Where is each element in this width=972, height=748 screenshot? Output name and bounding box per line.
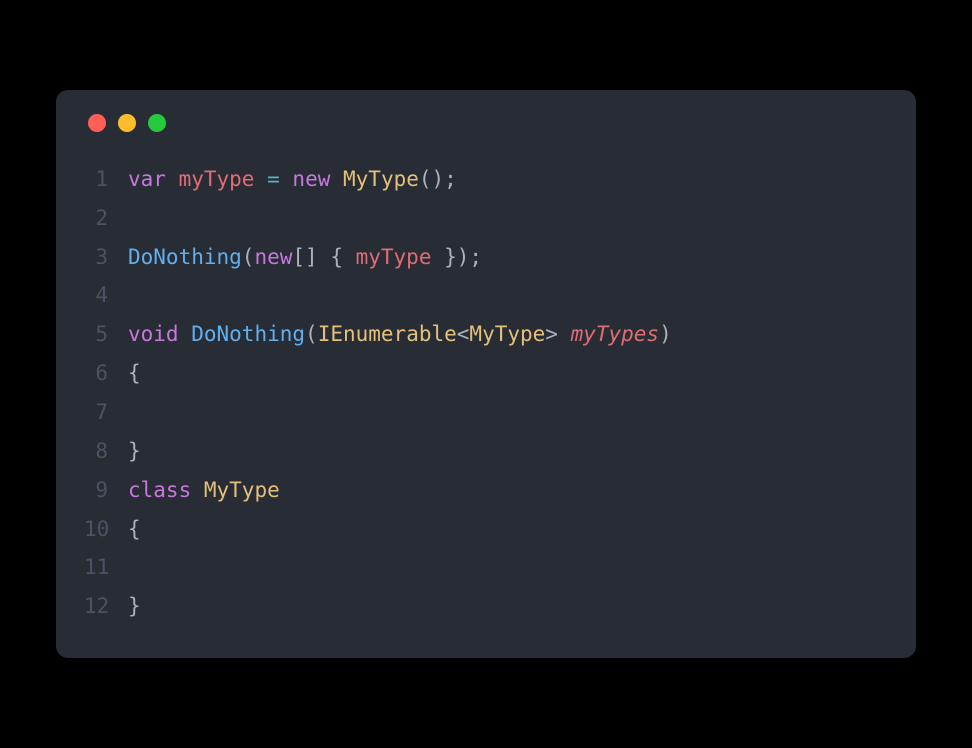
token: DoNothing — [191, 322, 305, 346]
token — [179, 322, 192, 346]
token — [330, 167, 343, 191]
token: (); — [419, 167, 457, 191]
token: = — [267, 167, 280, 191]
line-number: 3 — [84, 238, 128, 277]
code-content[interactable]: { — [128, 510, 141, 549]
token: var — [128, 167, 166, 191]
token: myType — [179, 167, 255, 191]
code-line[interactable]: 7 — [84, 393, 888, 432]
code-line[interactable]: 11 — [84, 548, 888, 587]
code-line[interactable]: 3DoNothing(new[] { myType }); — [84, 238, 888, 277]
code-content[interactable]: DoNothing(new[] { myType }); — [128, 238, 482, 277]
token — [191, 478, 204, 502]
code-content[interactable]: { — [128, 354, 141, 393]
line-number: 4 — [84, 276, 128, 315]
token: void — [128, 322, 179, 346]
line-number: 2 — [84, 199, 128, 238]
code-content[interactable]: } — [128, 587, 141, 626]
token: < — [457, 322, 470, 346]
code-line[interactable]: 5void DoNothing(IEnumerable<MyType> myTy… — [84, 315, 888, 354]
token: { — [128, 361, 141, 385]
code-line[interactable]: 8} — [84, 432, 888, 471]
token: }); — [431, 245, 482, 269]
line-number: 1 — [84, 160, 128, 199]
token: { — [128, 517, 141, 541]
token: new — [254, 245, 292, 269]
maximize-icon[interactable] — [148, 114, 166, 132]
token: MyType — [204, 478, 280, 502]
token: > — [545, 322, 570, 346]
code-line[interactable]: 12} — [84, 587, 888, 626]
token — [280, 167, 293, 191]
token: DoNothing — [128, 245, 242, 269]
token: MyType — [469, 322, 545, 346]
code-line[interactable]: 6{ — [84, 354, 888, 393]
token: } — [128, 594, 141, 618]
line-number: 9 — [84, 471, 128, 510]
token: myTypes — [571, 322, 660, 346]
line-number: 11 — [84, 548, 128, 587]
minimize-icon[interactable] — [118, 114, 136, 132]
code-line[interactable]: 1var myType = new MyType(); — [84, 160, 888, 199]
code-window: 1var myType = new MyType();23DoNothing(n… — [56, 90, 916, 658]
line-number: 8 — [84, 432, 128, 471]
token: class — [128, 478, 191, 502]
token: } — [128, 439, 141, 463]
token: ( — [242, 245, 255, 269]
line-number: 6 — [84, 354, 128, 393]
token: [] { — [292, 245, 355, 269]
close-icon[interactable] — [88, 114, 106, 132]
token — [254, 167, 267, 191]
token: myType — [356, 245, 432, 269]
token: IEnumerable — [318, 322, 457, 346]
line-number: 5 — [84, 315, 128, 354]
line-number: 10 — [84, 510, 128, 549]
token: MyType — [343, 167, 419, 191]
token — [166, 167, 179, 191]
token: ( — [305, 322, 318, 346]
code-line[interactable]: 4 — [84, 276, 888, 315]
code-line[interactable]: 2 — [84, 199, 888, 238]
code-content[interactable]: void DoNothing(IEnumerable<MyType> myTyp… — [128, 315, 672, 354]
code-content[interactable]: class MyType — [128, 471, 280, 510]
token: ) — [659, 322, 672, 346]
code-content[interactable]: } — [128, 432, 141, 471]
line-number: 12 — [84, 587, 128, 626]
line-number: 7 — [84, 393, 128, 432]
window-titlebar — [84, 114, 888, 132]
code-content[interactable]: var myType = new MyType(); — [128, 160, 457, 199]
code-line[interactable]: 9class MyType — [84, 471, 888, 510]
token: new — [292, 167, 330, 191]
code-line[interactable]: 10{ — [84, 510, 888, 549]
code-editor[interactable]: 1var myType = new MyType();23DoNothing(n… — [84, 160, 888, 626]
